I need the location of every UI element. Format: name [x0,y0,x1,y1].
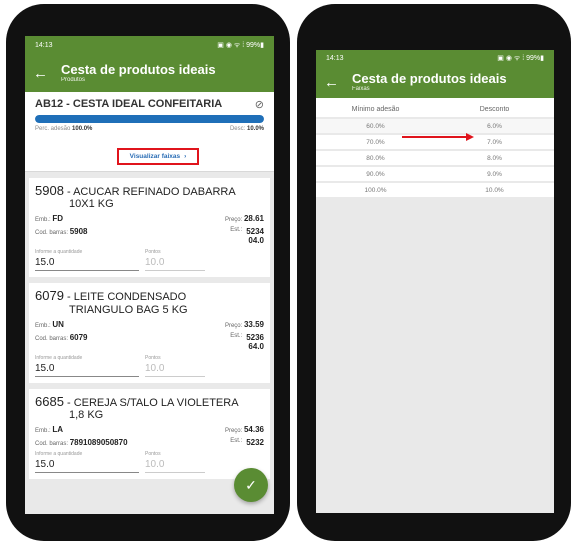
page-subtitle: Produtos [61,77,86,84]
preco-value: 33.59 [243,319,264,329]
product-card: 6079 - LEITE CONDENSADO TRIANGULO BAG 5 … [29,283,270,383]
barras-value: 6079 [69,332,88,342]
red-arrow-annotation [402,133,474,141]
product-name-line1: - LEITE CONDENSADO [63,291,187,304]
status-time: 14:13 [326,54,344,62]
min-adesao-cell: 60.0% [366,122,385,130]
product-name-line1: - CEREJA S/TALO LA VIOLETERA [63,396,239,409]
emb-value: LA [52,425,64,435]
visualizar-faixas-label: Visualizar faixas [129,153,181,160]
product-code: 6079 [35,288,64,304]
back-arrow-icon[interactable]: ← [33,65,61,82]
faixas-table-header: Mínimo adesão Desconto [316,98,554,117]
product-code: 5908 [35,183,64,198]
preco-value: 28.61 [243,214,264,224]
product-code: 6685 [35,393,64,409]
min-adesao-cell: 90.0% [366,170,385,178]
desc-value: 10.0% [246,126,264,132]
barras-value: 5908 [69,227,88,237]
app-bar: ← Cesta de produtos ideais Produtos [25,54,274,92]
quantidade-input[interactable]: 15.0 [35,361,139,377]
product-name-line2: 10X1 KG [69,198,114,211]
status-bar: 14:13 ▣ ◉ ᯤ ⁞ 99%▮ [25,36,274,54]
est-label: Est.: [230,332,243,339]
page-title: Cesta de produtos ideais [61,61,216,77]
col-desconto: Desconto [479,106,510,113]
desc-label: Desc: [229,126,246,132]
status-bar: 14:13 ▣ ◉ ᯤ ⁞ 99%▮ [316,50,554,66]
left-phone-frame: 14:13 ▣ ◉ ᯤ ⁞ 99%▮ ← Cesta de produtos i… [6,4,290,541]
back-arrow-icon[interactable]: ← [324,74,352,91]
cesta-header-card: AB12 - CESTA IDEAL CONFEITARIA ⊘ Perc. a… [25,92,274,172]
desconto-cell: 10.0% [485,186,504,194]
pontos-field: 10.0 [145,361,205,377]
preco-value: 54.36 [243,425,264,435]
emb-label: Emb.: [35,217,51,224]
adesao-label: Perc. adesão [35,126,71,132]
est-value-1: 5236 [246,332,264,342]
page-title: Cesta de produtos ideais [352,70,507,86]
product-name-line1: - ACUCAR REFINADO DABARRA [63,186,236,198]
min-adesao-cell: 100.0% [364,186,387,194]
pontos-field: 10.0 [145,255,205,272]
col-minimo-adesao: Mínimo adesão [351,106,400,113]
right-phone-frame: 14:13 ▣ ◉ ᯤ ⁞ 99%▮ ← Cesta de produtos i… [297,4,571,541]
adesao-value: 100.0% [72,126,93,132]
eye-off-icon[interactable]: ⊘ [255,98,264,111]
right-screen: 14:13 ▣ ◉ ᯤ ⁞ 99%▮ ← Cesta de produtos i… [316,50,554,513]
barras-label: Cod. barras: [35,335,69,342]
app-bar: ← Cesta de produtos ideais Faixas [316,66,554,98]
emb-value: FD [52,214,64,224]
preco-label: Preço: [224,428,243,435]
emb-value: UN [52,319,64,329]
cesta-name: AB12 - CESTA IDEAL CONFEITARIA [35,98,223,110]
emb-label: Emb.: [35,322,51,329]
est-label: Est.: [230,227,243,234]
est-value-2: 64.0 [248,341,264,351]
min-adesao-cell: 80.0% [366,154,385,162]
est-value-2: 04.0 [248,236,264,246]
est-label: Est.: [230,438,243,445]
desconto-cell: 9.0% [487,170,502,178]
table-row: 100.0% 10.0% [316,183,554,197]
product-name-line2: 1,8 KG [69,409,104,422]
preco-label: Preço: [224,322,243,329]
adesao-progress-fill [35,115,264,123]
quantidade-input[interactable]: 15.0 [35,457,139,474]
chevron-right-icon: › [184,153,187,160]
status-icons: ▣ ◉ ᯤ ⁞ 99%▮ [497,54,544,62]
emb-label: Emb.: [35,428,51,435]
table-row: 60.0% 6.0% [316,119,554,133]
quantidade-input[interactable]: 15.0 [35,255,139,272]
adesao-progress-bar [35,115,264,123]
preco-label: Preço: [224,217,243,224]
table-row: 90.0% 9.0% [316,167,554,181]
left-screen: 14:13 ▣ ◉ ᯤ ⁞ 99%▮ ← Cesta de produtos i… [25,36,274,514]
status-icons: ▣ ◉ ᯤ ⁞ 99%▮ [217,41,264,49]
page-subtitle: Faixas [352,86,370,93]
visualizar-faixas-button[interactable]: Visualizar faixas › [117,148,199,165]
est-value-1: 5234 [246,227,264,237]
pontos-field: 10.0 [145,457,205,474]
barras-label: Cod. barras: [35,230,69,237]
table-row: 80.0% 8.0% [316,151,554,165]
desconto-cell: 8.0% [487,154,502,162]
product-card: 6685 - CEREJA S/TALO LA VIOLETERA 1,8 KG… [29,388,270,480]
barras-value: 7891089050870 [69,438,128,448]
check-icon[interactable]: ✓ [234,468,268,502]
est-value-1: 5232 [246,438,264,448]
status-time: 14:13 [35,41,53,49]
desconto-cell: 6.0% [487,122,502,130]
product-name-line2: TRIANGULO BAG 5 KG [69,303,188,316]
barras-label: Cod. barras: [35,441,69,448]
product-card: 5908 - ACUCAR REFINADO DABARRA 10X1 KG E… [29,178,270,278]
